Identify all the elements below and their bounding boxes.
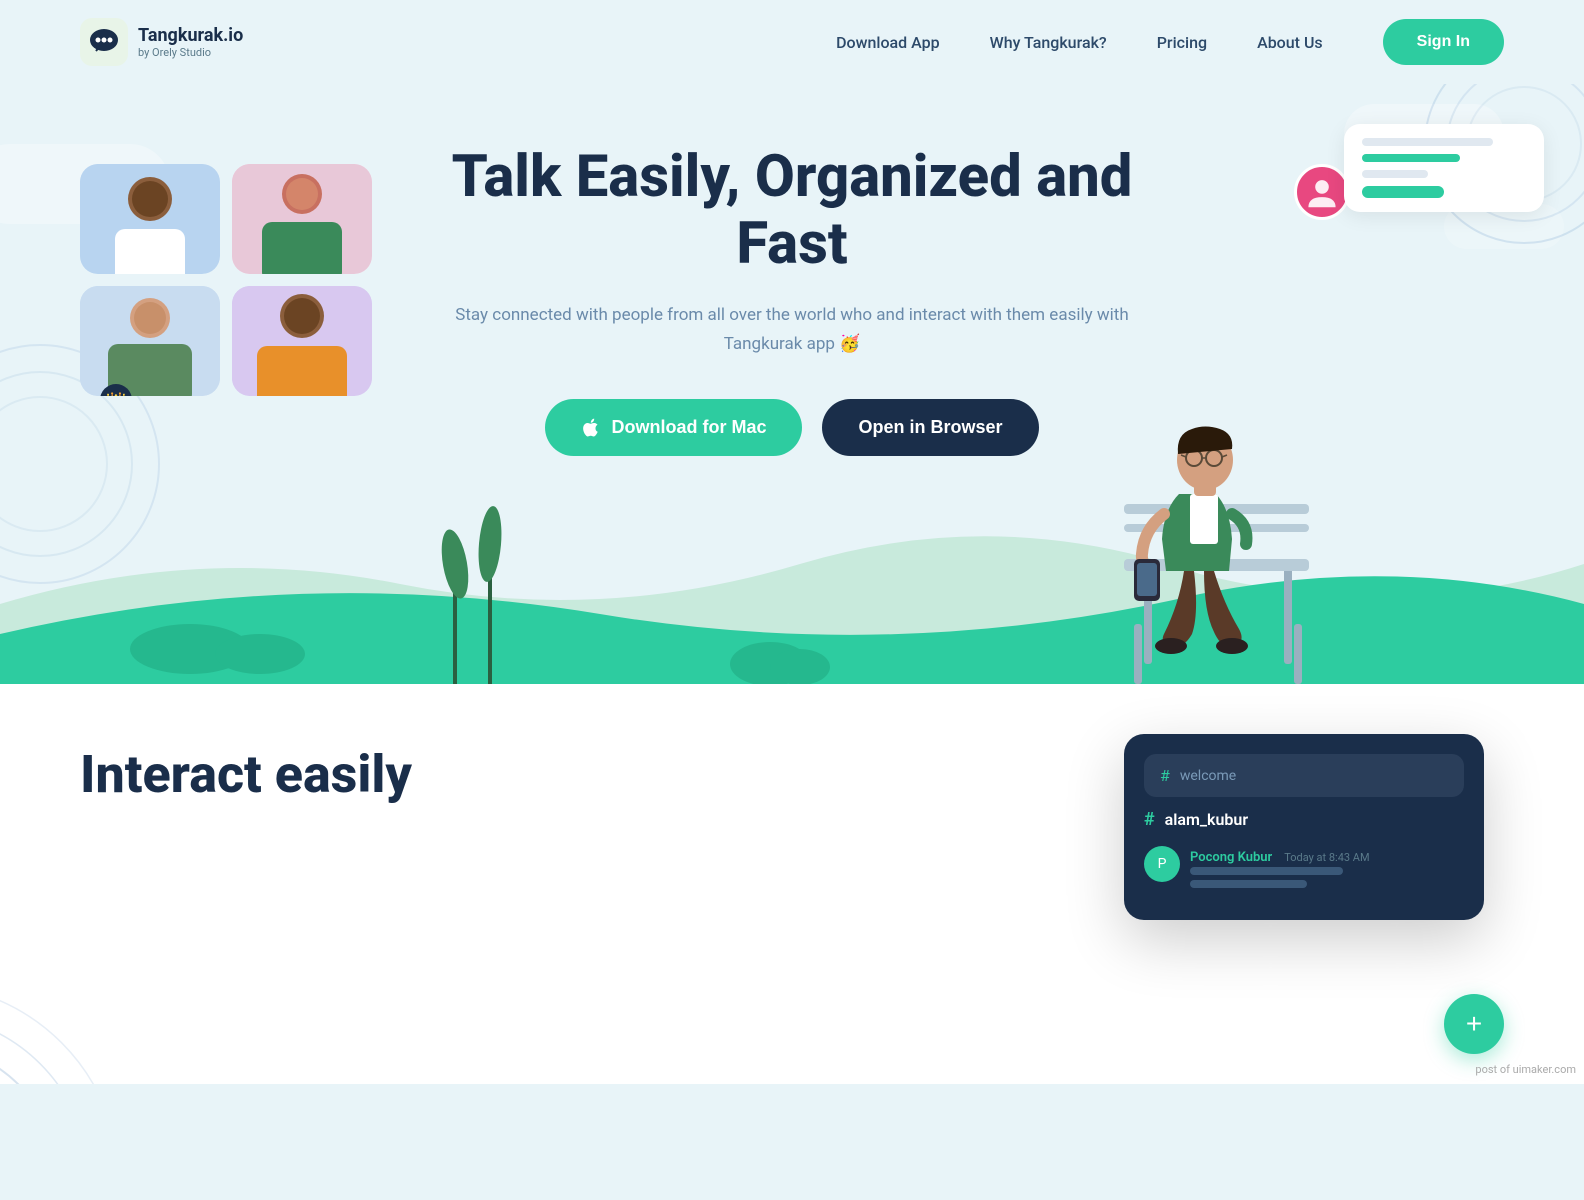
channel-header-name: alam_kubur — [1165, 810, 1248, 829]
logo-icon — [80, 18, 128, 66]
signin-button[interactable]: Sign In — [1383, 19, 1504, 65]
deco-arcs-bottom-left — [0, 884, 220, 1084]
channel-hash-icon: # — [1160, 766, 1170, 785]
channel-input-placeholder: welcome — [1180, 768, 1236, 784]
channel-search-input[interactable]: # welcome — [1144, 754, 1464, 797]
nav-download-app[interactable]: Download App — [836, 33, 940, 52]
user-card-4 — [232, 286, 372, 396]
channel-avatar: P — [1144, 846, 1180, 882]
hero-center-content: Talk Easily, Organized and Fast Stay con… — [442, 144, 1142, 456]
user-card-2 — [232, 164, 372, 274]
nav-pricing[interactable]: Pricing — [1157, 33, 1207, 52]
open-browser-button[interactable]: Open in Browser — [822, 399, 1038, 456]
channel-header-hash: # — [1144, 809, 1155, 830]
green-waves-container — [0, 484, 1584, 684]
user-photo-grid: 👑 — [80, 164, 372, 396]
navbar: Tangkurak.io by Orely Studio Download Ap… — [0, 0, 1584, 84]
pink-avatar-circle — [1294, 164, 1350, 220]
channel-message-content: Pocong Kubur Today at 8:43 AM — [1190, 846, 1370, 888]
channel-msg-username: Pocong Kubur — [1190, 850, 1272, 865]
hero-title: Talk Easily, Organized and Fast — [442, 144, 1142, 277]
watermark: post of uimaker.com — [1475, 1063, 1576, 1076]
hero-buttons: Download for Mac Open in Browser — [442, 399, 1142, 456]
nav-why-tangkurak[interactable]: Why Tangkurak? — [990, 33, 1107, 52]
hero-section: 👑 Talk Easily, Organized and Fast Stay c… — [0, 84, 1584, 684]
hero-subtitle: Stay connected with people from all over… — [442, 301, 1142, 359]
channel-message: P Pocong Kubur Today at 8:43 AM — [1144, 846, 1464, 888]
nav-links: Download App Why Tangkurak? Pricing Abou… — [836, 33, 1323, 52]
channel-header: # alam_kubur — [1144, 809, 1464, 830]
plus-button[interactable]: + — [1444, 994, 1504, 1054]
user-card-3: 👑 — [80, 286, 220, 396]
apple-icon — [581, 418, 601, 438]
channel-msg-text — [1190, 867, 1370, 888]
logo[interactable]: Tangkurak.io by Orely Studio — [80, 18, 243, 66]
section2-title: Interact easily — [80, 744, 580, 806]
user-card-1 — [80, 164, 220, 274]
download-mac-button[interactable]: Download for Mac — [545, 399, 802, 456]
right-side-decoration — [1324, 124, 1524, 232]
channel-msg-time: Today at 8:43 AM — [1284, 851, 1369, 864]
section2: Interact easily # welcome # alam_kubur P… — [0, 684, 1584, 1084]
chat-bubble — [1344, 124, 1544, 212]
chat-bubble-button — [1362, 186, 1444, 198]
nav-about-us[interactable]: About Us — [1257, 33, 1323, 52]
chat-line-2 — [1362, 154, 1460, 162]
chat-line-3 — [1362, 170, 1428, 178]
chat-line-1 — [1362, 138, 1493, 146]
logo-text: Tangkurak.io by Orely Studio — [138, 25, 243, 59]
channel-mockup: # welcome # alam_kubur P Pocong Kubur To… — [1124, 734, 1484, 920]
